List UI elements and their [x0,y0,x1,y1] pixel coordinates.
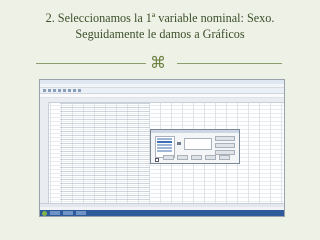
target-variable-list[interactable] [184,138,212,150]
start-button-icon[interactable] [42,210,47,216]
list-item[interactable] [157,144,172,146]
taskbar-button[interactable] [76,211,86,215]
toolbar-open-icon[interactable] [43,89,46,92]
toolbar-goto-icon[interactable] [73,89,76,92]
paste-button[interactable] [177,155,188,160]
windows-taskbar [40,210,284,216]
dialog-side-buttons [215,136,235,157]
slide-title-line-2: Seguidamente le damos a Gráficos [75,27,245,41]
toolbar-save-icon[interactable] [48,89,51,92]
statistics-button[interactable] [215,136,235,141]
slide-title: 2. Seleccionamos la 1ª variable nominal:… [0,10,320,42]
dialog-titlebar[interactable] [151,130,239,133]
list-item[interactable] [157,138,172,140]
toolbar-dialog-icon[interactable] [58,89,61,92]
move-variable-arrow-icon[interactable] [177,142,181,145]
toolbar-variables-icon[interactable] [78,89,81,92]
data-values [60,103,150,201]
charts-button[interactable] [215,143,235,148]
toolbar-print-icon[interactable] [53,89,56,92]
cancel-button[interactable] [205,155,216,160]
reset-button[interactable] [191,155,202,160]
help-button[interactable] [219,155,230,160]
frequencies-dialog [150,129,240,164]
ornament-icon: ⌘ [150,53,166,72]
row-header-column[interactable] [40,102,49,203]
list-item[interactable] [157,150,172,152]
spss-screenshot [39,79,285,217]
toolbar-undo-icon[interactable] [63,89,66,92]
toolbar-redo-icon[interactable] [68,89,71,92]
taskbar-button[interactable] [50,211,60,215]
divider-left [36,63,146,64]
list-item[interactable] [157,147,172,149]
slide-title-line-1: 2. Seleccionamos la 1ª variable nominal:… [45,11,275,25]
dialog-bottom-buttons [163,155,230,160]
taskbar-button[interactable] [63,211,73,215]
list-item-selected[interactable] [157,141,172,143]
display-tables-checkbox[interactable] [155,158,159,162]
divider-right [177,63,282,64]
ok-button[interactable] [163,155,174,160]
